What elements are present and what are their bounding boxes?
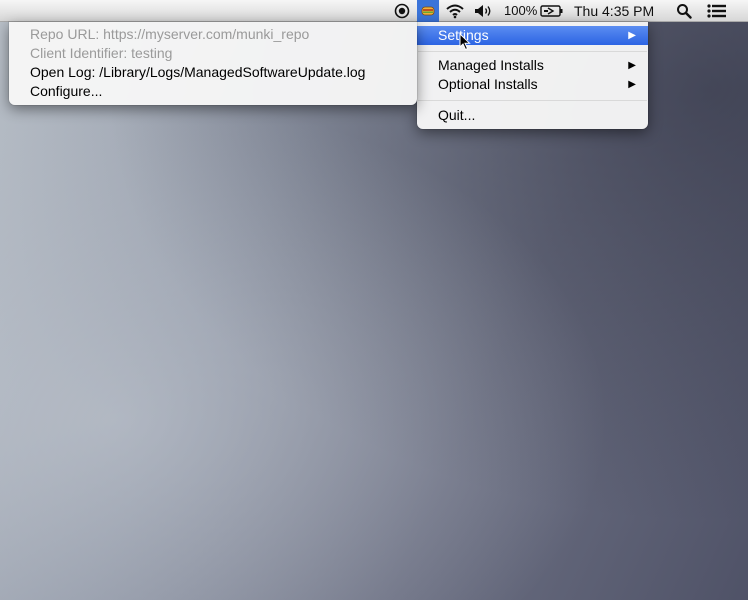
menu-item-optional-installs[interactable]: Optional Installs ▶ (417, 75, 648, 94)
menu-item-configure[interactable]: Configure... (9, 82, 417, 101)
record-icon[interactable] (391, 0, 413, 22)
menu-separator (418, 51, 647, 52)
menu-separator (418, 100, 647, 101)
menu-item-repo-url: Repo URL: https://myserver.com/munki_rep… (30, 26, 310, 42)
munki-status-icon[interactable] (417, 0, 439, 22)
menu-item-open-log[interactable]: Open Log: /Library/Logs/ManagedSoftwareU… (9, 63, 417, 82)
menu-item-settings[interactable]: Settings ▶ (417, 26, 648, 45)
menu-item-quit[interactable]: Quit... (417, 106, 648, 125)
menu-item-client-identifier: Client Identifier: testing (30, 45, 173, 61)
submenu-arrow-icon: ▶ (628, 60, 636, 71)
notification-center-icon[interactable] (704, 0, 730, 22)
settings-submenu: Repo URL: https://myserver.com/munki_rep… (9, 22, 417, 105)
volume-icon[interactable] (472, 0, 494, 22)
submenu-arrow-icon: ▶ (628, 30, 636, 41)
menu-item-optional-installs-label: Optional Installs (438, 76, 538, 92)
mouse-cursor-icon (459, 32, 471, 56)
menubar-clock[interactable]: Thu 4:35 PM (574, 0, 669, 22)
battery-percent[interactable]: 100% (504, 0, 540, 22)
menu-bar: 100% Thu 4:35 PM (0, 0, 748, 22)
wifi-icon[interactable] (443, 0, 467, 22)
menu-item-managed-installs[interactable]: Managed Installs ▶ (417, 56, 648, 75)
spotlight-search-icon[interactable] (673, 0, 695, 22)
munki-status-menu: Settings ▶ Managed Installs ▶ Optional I… (417, 22, 648, 129)
menu-item-managed-installs-label: Managed Installs (438, 57, 544, 73)
submenu-arrow-icon: ▶ (628, 79, 636, 90)
battery-icon[interactable] (539, 0, 565, 22)
